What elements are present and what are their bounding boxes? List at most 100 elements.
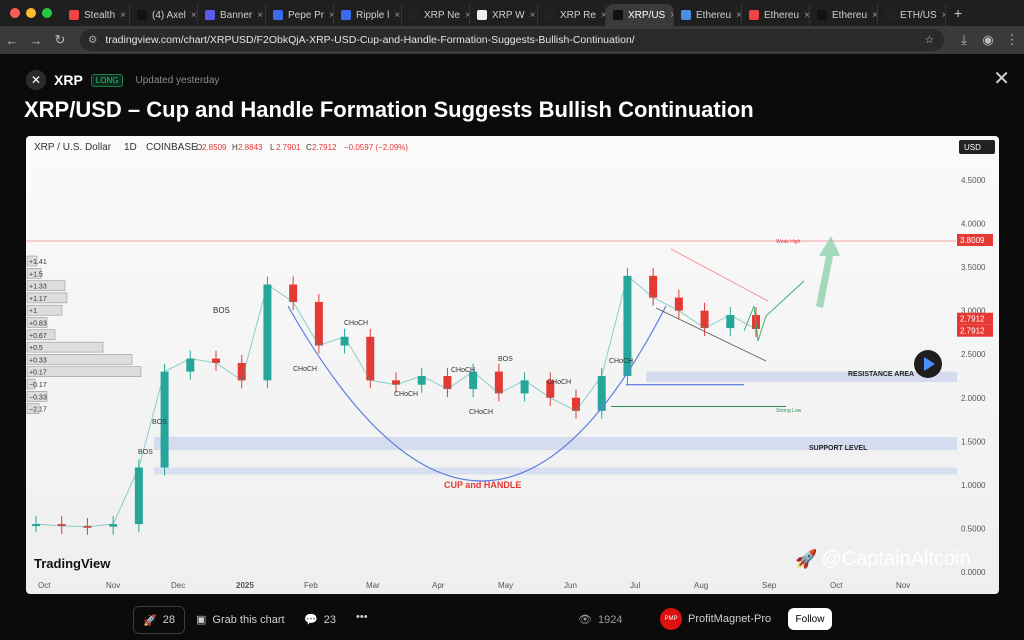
rocket-watermark-icon: 🚀: [795, 549, 818, 569]
browser-tab[interactable]: Pepe Pr×: [266, 4, 334, 26]
tab-favicon-icon: [613, 10, 623, 20]
tab-favicon-icon: [69, 10, 79, 20]
volume-profile-label: +0.5: [29, 345, 43, 352]
tab-close-icon[interactable]: ×: [804, 10, 809, 21]
chart-annotation: CHoCH: [293, 366, 317, 373]
chart-annotation: BOS: [498, 356, 513, 363]
updated-time: Updated yesterday: [135, 74, 220, 86]
browser-tab[interactable]: Ripple l ×: [334, 4, 402, 26]
follow-button[interactable]: Follow: [788, 608, 832, 630]
chart-annotation: CHoCH: [609, 358, 633, 365]
y-tick-label: 2.0000: [961, 394, 986, 403]
y-tick-label: 1.0000: [961, 481, 986, 490]
browser-tab[interactable]: ETH/US×: [878, 4, 946, 26]
tab-close-icon[interactable]: ×: [530, 10, 536, 21]
minimize-window-button[interactable]: [26, 8, 36, 18]
footer-bar: 🚀 28 ▣ Grab this chart 💬 23 ••• 👁 1924 P…: [0, 604, 1024, 640]
price-label: 2.7912: [960, 327, 985, 336]
watermark-text: @CaptainAltcoin: [821, 548, 971, 570]
tradingview-logo: TradingView: [34, 556, 111, 571]
reload-button[interactable]: ↻: [48, 32, 72, 48]
price-chart[interactable]: XRP / U.S. Dollar 1D COINBASEO 2.8509 H 2.884…: [26, 136, 999, 594]
chart-annotation: CHoCH: [344, 320, 368, 327]
download-icon[interactable]: ⤓: [952, 32, 976, 48]
tab-label: XRP Ne: [424, 9, 460, 21]
chart-annotation: CHoCH: [451, 367, 475, 374]
new-tab-button[interactable]: +: [946, 5, 962, 21]
tab-label: (4) Axel: [152, 9, 186, 21]
browser-tab[interactable]: XRP Re×: [538, 4, 606, 26]
chart-annotation: CHoCH: [547, 379, 571, 386]
more-options-button[interactable]: •••: [356, 611, 368, 623]
zoom-window-button[interactable]: [42, 8, 52, 18]
comments-button[interactable]: 💬 23: [304, 613, 336, 627]
ohlc-c-value: 2.7912: [312, 143, 337, 152]
browser-tab[interactable]: (4) Axel ×: [130, 4, 198, 26]
tab-favicon-icon: [409, 10, 419, 20]
long-badge: LONG: [90, 73, 124, 87]
watermark: 🚀 @CaptainAltcoin: [795, 548, 971, 571]
tab-close-icon[interactable]: ×: [736, 10, 741, 21]
chart-panel[interactable]: XRP / U.S. Dollar 1D COINBASE O 2.8509 H 2.884…: [26, 136, 999, 594]
grab-chart-button[interactable]: ▣ Grab this chart: [196, 613, 285, 627]
avatar: PMP: [660, 608, 682, 630]
browser-tab[interactable]: Ethereu ×: [810, 4, 878, 26]
chart-annotation: Strong Low: [776, 408, 802, 414]
chart-annotation: CUP and HANDLE: [444, 480, 521, 490]
tab-close-icon[interactable]: ×: [120, 10, 126, 21]
browser-tab[interactable]: XRP Ne×: [402, 4, 470, 26]
symbol-label[interactable]: XRP: [54, 72, 83, 88]
tab-close-icon[interactable]: ×: [394, 10, 400, 21]
x-tick-label: Apr: [432, 581, 445, 590]
menu-icon[interactable]: ⋮: [1000, 32, 1024, 48]
tab-close-icon[interactable]: ×: [872, 10, 877, 21]
tab-favicon-icon: [545, 10, 555, 20]
comment-icon: 💬: [304, 614, 318, 626]
boost-count: 28: [162, 614, 175, 626]
site-info-icon[interactable]: ⚙: [88, 34, 97, 46]
url-field[interactable]: ⚙ tradingview.com/chart/XRPUSD/F2ObkQjA-…: [80, 29, 944, 51]
tab-favicon-icon: [477, 10, 487, 20]
y-tick-label: 4.0000: [961, 220, 986, 229]
boost-button[interactable]: 🚀 28: [133, 606, 185, 634]
browser-tab[interactable]: XRP W ×: [470, 4, 538, 26]
tab-label: Pepe Pr: [288, 9, 325, 21]
image-icon: ▣: [196, 614, 207, 626]
volume-profile-label: −0.33: [29, 394, 47, 401]
close-window-button[interactable]: [10, 8, 20, 18]
tab-label: Stealth: [84, 9, 116, 21]
tab-favicon-icon: [341, 10, 351, 20]
author-link[interactable]: PMP ProfitMagnet-Pro: [660, 608, 771, 630]
close-icon[interactable]: ✕: [993, 66, 1010, 91]
forward-button[interactable]: →: [24, 33, 48, 48]
x-tick-label: Oct: [38, 581, 51, 590]
tab-favicon-icon: [205, 10, 215, 20]
profile-icon[interactable]: ◉: [976, 32, 1000, 48]
browser-tab[interactable]: Ethereu ×: [742, 4, 810, 26]
chart-annotation: BOS: [213, 306, 230, 315]
browser-tab[interactable]: Stealth ×: [62, 4, 130, 26]
tab-favicon-icon: [817, 10, 827, 20]
volume-profile-label: +1.33: [29, 284, 47, 291]
author-name: ProfitMagnet-Pro: [688, 613, 772, 625]
browser-tab[interactable]: Ethereu ×: [674, 4, 742, 26]
bookmark-star-icon[interactable]: ☆: [925, 34, 934, 46]
tab-label: XRP W: [492, 9, 525, 21]
candle-body: [494, 371, 503, 394]
browser-tab[interactable]: Banner ×: [198, 4, 266, 26]
tab-close-icon[interactable]: ×: [257, 10, 263, 21]
tab-close-icon[interactable]: ×: [191, 10, 197, 21]
back-button[interactable]: ←: [0, 33, 24, 48]
price-label: 2.7912: [960, 315, 985, 324]
tab-list: Stealth×(4) Axel×Banner×Pepe Pr×Ripple l…: [62, 0, 946, 26]
window-controls[interactable]: [0, 8, 62, 18]
x-tick-label: Jul: [630, 581, 640, 590]
candle-body: [700, 310, 709, 329]
page-title: XRP/USD – Cup and Handle Formation Sugge…: [24, 97, 754, 122]
chart-exchange: COINBASE: [146, 142, 198, 153]
idea-page: ✕ XRP LONG Updated yesterday ✕ XRP/USD –…: [0, 54, 1024, 640]
view-count: 1924: [597, 613, 623, 626]
browser-tab[interactable]: XRP/US×: [606, 4, 674, 26]
volume-profile-label: +0.17: [29, 370, 47, 377]
tab-label: Ripple l: [356, 9, 390, 21]
